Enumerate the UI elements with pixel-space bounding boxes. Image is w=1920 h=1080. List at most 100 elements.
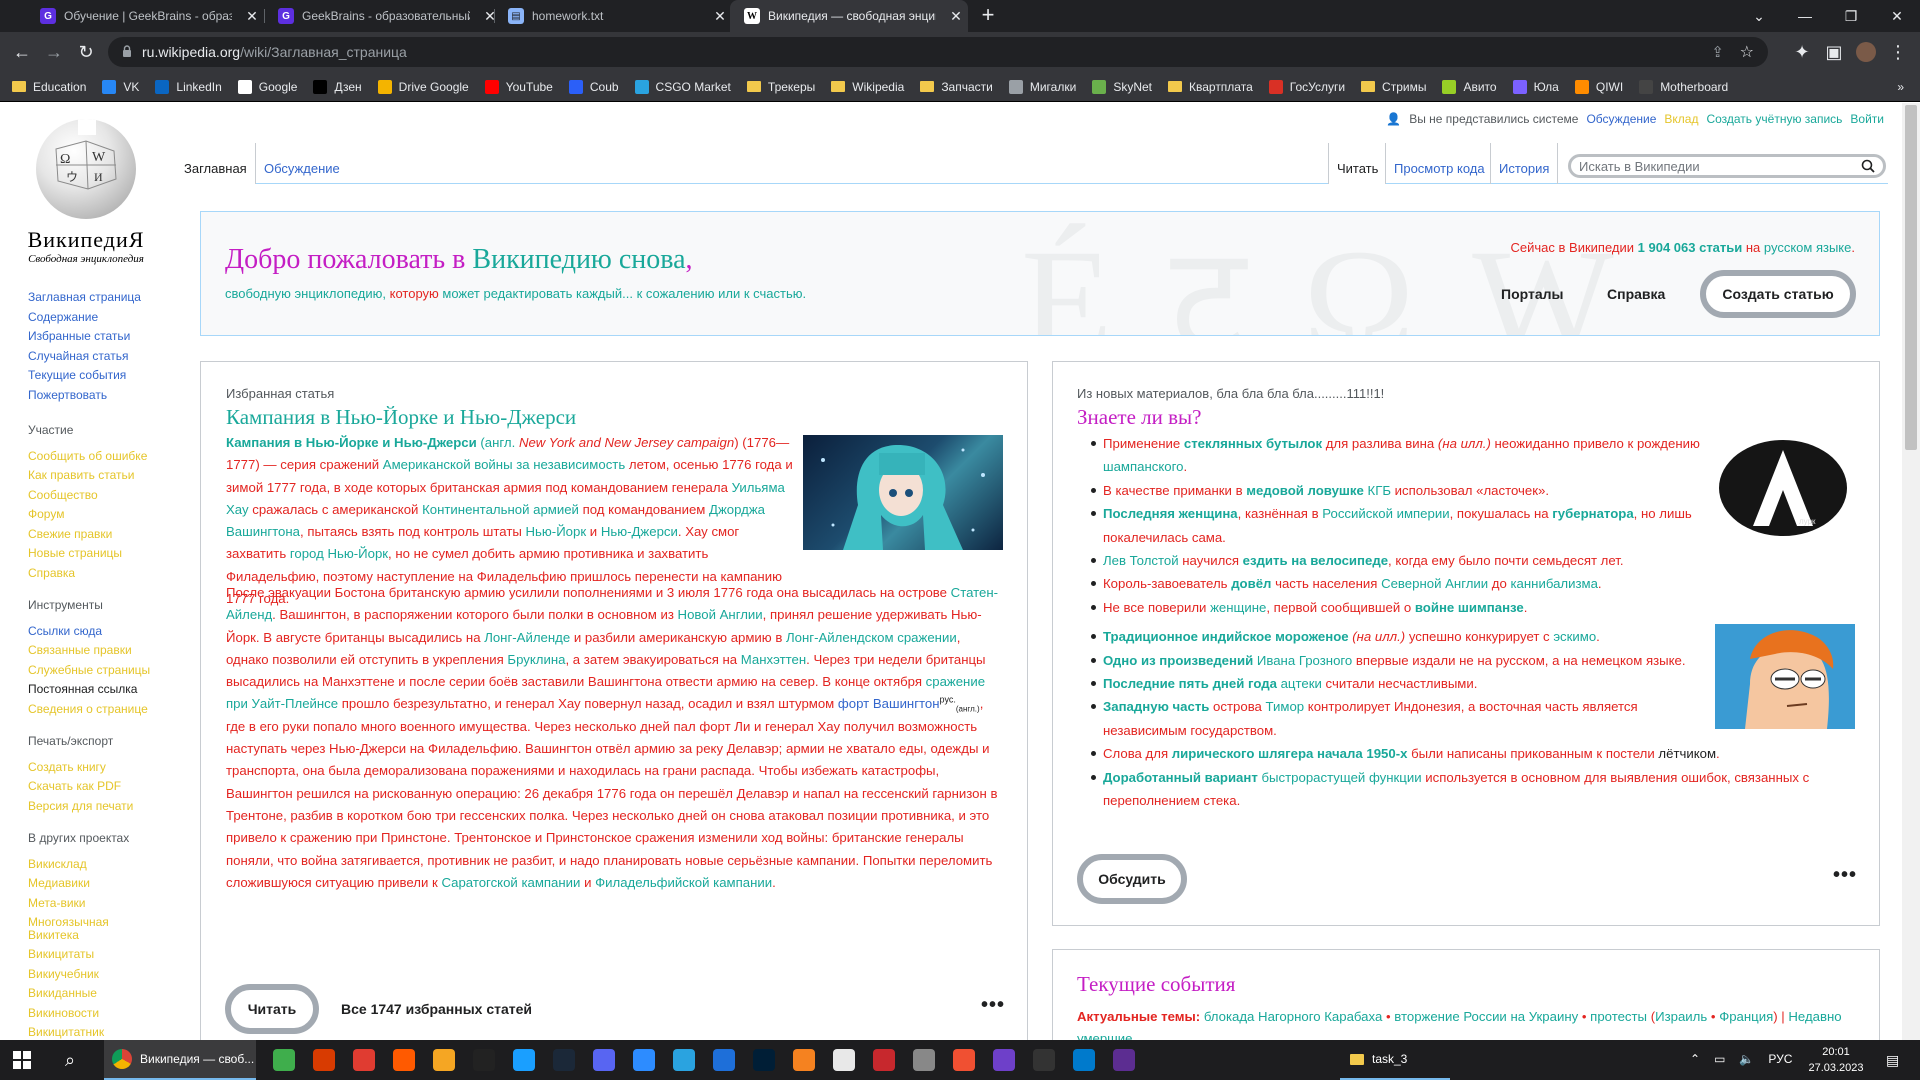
steam-icon[interactable] xyxy=(544,1044,584,1076)
tab-discussion[interactable]: Обсуждение xyxy=(255,143,348,184)
sidebar-item-main-5[interactable]: Пожертвовать xyxy=(28,386,141,406)
bookmark-1[interactable]: VK xyxy=(102,79,139,94)
reload-icon[interactable]: ↻ xyxy=(72,40,100,64)
read-article-button[interactable]: Читать xyxy=(225,984,319,1034)
bookmark-12[interactable]: Мигалки xyxy=(1008,79,1076,94)
bookmark-16[interactable]: Стримы xyxy=(1361,80,1426,94)
bookmark-18[interactable]: Юла xyxy=(1512,79,1559,94)
battle-net-icon[interactable] xyxy=(504,1044,544,1076)
help-button[interactable]: Справка xyxy=(1607,286,1665,302)
new-tab-button[interactable]: + xyxy=(976,4,1000,28)
bookmark-11[interactable]: Запчасти xyxy=(920,80,993,94)
sidebar-item-print-0[interactable]: Создать книгу xyxy=(28,758,133,778)
close-tab-icon[interactable]: ✕ xyxy=(944,8,968,25)
browser-tab-homework[interactable]: ▤ homework.txt ✕ xyxy=(494,0,732,32)
browser-tab-wikipedia[interactable]: W Википедия — свободная энцик ✕ xyxy=(730,0,968,32)
browser-tab-geekbrains[interactable]: G GeekBrains - образовательный п ✕ xyxy=(264,0,502,32)
curseforge-icon[interactable] xyxy=(384,1044,424,1076)
sidebar-item-tools-3[interactable]: Постоянная ссылка xyxy=(28,680,150,700)
visual-studio-icon[interactable] xyxy=(1104,1044,1144,1076)
forward-icon[interactable]: → xyxy=(40,40,68,64)
sidebar-item-project-8[interactable]: Викицитатник xyxy=(28,1023,129,1040)
side-panel-icon[interactable]: ▣ xyxy=(1820,40,1848,64)
taskbar-folder-window[interactable]: task_3 xyxy=(1340,1040,1450,1080)
search-icon[interactable]: ⌕ xyxy=(50,1044,90,1076)
language-indicator[interactable]: РУС xyxy=(1768,1052,1792,1066)
address-bar[interactable]: ru.wikipedia.org/wiki/Заглавная_страница… xyxy=(108,37,1768,67)
vscode-icon[interactable] xyxy=(1064,1044,1104,1076)
bookmark-19[interactable]: QIWI xyxy=(1574,79,1623,94)
tool-icon[interactable] xyxy=(424,1044,464,1076)
create-article-button[interactable]: Создать статью xyxy=(1700,270,1856,318)
bookmark-14[interactable]: Квартплата xyxy=(1168,80,1253,94)
discuss-button[interactable]: Обсудить xyxy=(1077,854,1187,904)
sidebar-item-project-5[interactable]: Викиучебник xyxy=(28,965,129,985)
bookmark-3[interactable]: Google xyxy=(237,79,297,94)
sidebar-item-project-3[interactable]: Многоязычная Викитека xyxy=(28,916,128,942)
photoshop-icon[interactable] xyxy=(744,1044,784,1076)
taskbar-chrome-window[interactable]: Википедия — своб... xyxy=(104,1040,256,1080)
telegram-icon[interactable] xyxy=(664,1044,704,1076)
bookmark-2[interactable]: LinkedIn xyxy=(155,79,222,94)
back-icon[interactable]: ← xyxy=(8,40,36,64)
bookmark-7[interactable]: Coub xyxy=(568,79,619,94)
sidebar-item-main-0[interactable]: Заглавная страница xyxy=(28,288,141,308)
github-desktop-icon[interactable] xyxy=(984,1044,1024,1076)
origin-icon[interactable] xyxy=(304,1044,344,1076)
restore-icon[interactable]: ❐ xyxy=(1828,0,1874,32)
volume-icon[interactable]: 🔈 xyxy=(1739,1052,1754,1066)
editor-icon[interactable] xyxy=(704,1044,744,1076)
sidebar-item-participation-0[interactable]: Сообщить об ошибке xyxy=(28,447,147,467)
bookmark-20[interactable]: Motherboard xyxy=(1639,79,1728,94)
git-icon[interactable] xyxy=(944,1044,984,1076)
sidebar-item-participation-3[interactable]: Форум xyxy=(28,505,147,525)
app-icon[interactable] xyxy=(1024,1044,1064,1076)
sidebar-item-project-0[interactable]: Викисклад xyxy=(28,855,129,875)
bookmark-8[interactable]: CSGO Market xyxy=(634,79,731,94)
sidebar-item-participation-2[interactable]: Сообщество xyxy=(28,486,147,506)
sidebar-item-project-4[interactable]: Викицитаты xyxy=(28,945,129,965)
close-tab-icon[interactable]: ✕ xyxy=(708,8,732,25)
close-window-icon[interactable]: ✕ xyxy=(1874,0,1920,32)
tab-main-page[interactable]: Заглавная xyxy=(176,143,255,184)
search-icon[interactable] xyxy=(1861,159,1875,173)
bookmark-5[interactable]: Drive Google xyxy=(377,79,469,94)
tab-search-icon[interactable]: ⌄ xyxy=(1736,0,1782,32)
sidebar-item-project-2[interactable]: Мета-вики xyxy=(28,894,129,914)
share-icon[interactable]: ⇪ xyxy=(1711,43,1724,61)
sidebar-item-tools-1[interactable]: Связанные правки xyxy=(28,641,150,661)
sidebar-item-tools-4[interactable]: Сведения о странице xyxy=(28,700,150,720)
uplay-icon[interactable] xyxy=(264,1044,304,1076)
sidebar-item-participation-4[interactable]: Свежие правки xyxy=(28,525,147,545)
tab-read[interactable]: Читать xyxy=(1328,143,1387,184)
bookmark-0[interactable]: Education xyxy=(12,80,86,94)
search-input[interactable]: Искать в Википедии xyxy=(1568,154,1886,178)
bookmark-13[interactable]: SkyNet xyxy=(1092,79,1152,94)
network-icon[interactable]: ▭ xyxy=(1714,1052,1725,1066)
sidebar-item-main-1[interactable]: Содержание xyxy=(28,308,141,328)
more-options-icon[interactable]: ••• xyxy=(1833,864,1857,887)
bookmark-6[interactable]: YouTube xyxy=(484,79,553,94)
sidebar-item-tools-2[interactable]: Служебные страницы xyxy=(28,661,150,681)
epic-games-icon[interactable] xyxy=(464,1044,504,1076)
create-account-link[interactable]: Создать учётную запись xyxy=(1706,112,1842,126)
tab-view-source[interactable]: Просмотр кода xyxy=(1385,143,1493,184)
zoom-icon[interactable] xyxy=(624,1044,664,1076)
sidebar-item-project-6[interactable]: Викиданные xyxy=(28,984,129,1004)
close-tab-icon[interactable]: ✕ xyxy=(240,8,264,25)
sidebar-item-tools-0[interactable]: Ссылки сюда xyxy=(28,622,150,642)
redapp-icon[interactable] xyxy=(344,1044,384,1076)
user-talk-link[interactable]: Обсуждение xyxy=(1586,112,1656,126)
discord-icon[interactable] xyxy=(584,1044,624,1076)
avatar[interactable] xyxy=(1852,40,1880,64)
sidebar-item-participation-5[interactable]: Новые страницы xyxy=(28,544,147,564)
tab-history[interactable]: История xyxy=(1490,143,1559,184)
sidebar-item-participation-1[interactable]: Как править статьи xyxy=(28,466,147,486)
login-link[interactable]: Войти xyxy=(1850,112,1884,126)
menu-icon[interactable]: ⋮ xyxy=(1884,40,1912,64)
bookmark-star-icon[interactable]: ☆ xyxy=(1740,42,1754,62)
bookmark-10[interactable]: Wikipedia xyxy=(831,80,904,94)
sidebar-item-main-2[interactable]: Избранные статьи xyxy=(28,327,141,347)
sidebar-item-main-3[interactable]: Случайная статья xyxy=(28,347,141,367)
bookmark-15[interactable]: ГосУслуги xyxy=(1268,79,1345,94)
